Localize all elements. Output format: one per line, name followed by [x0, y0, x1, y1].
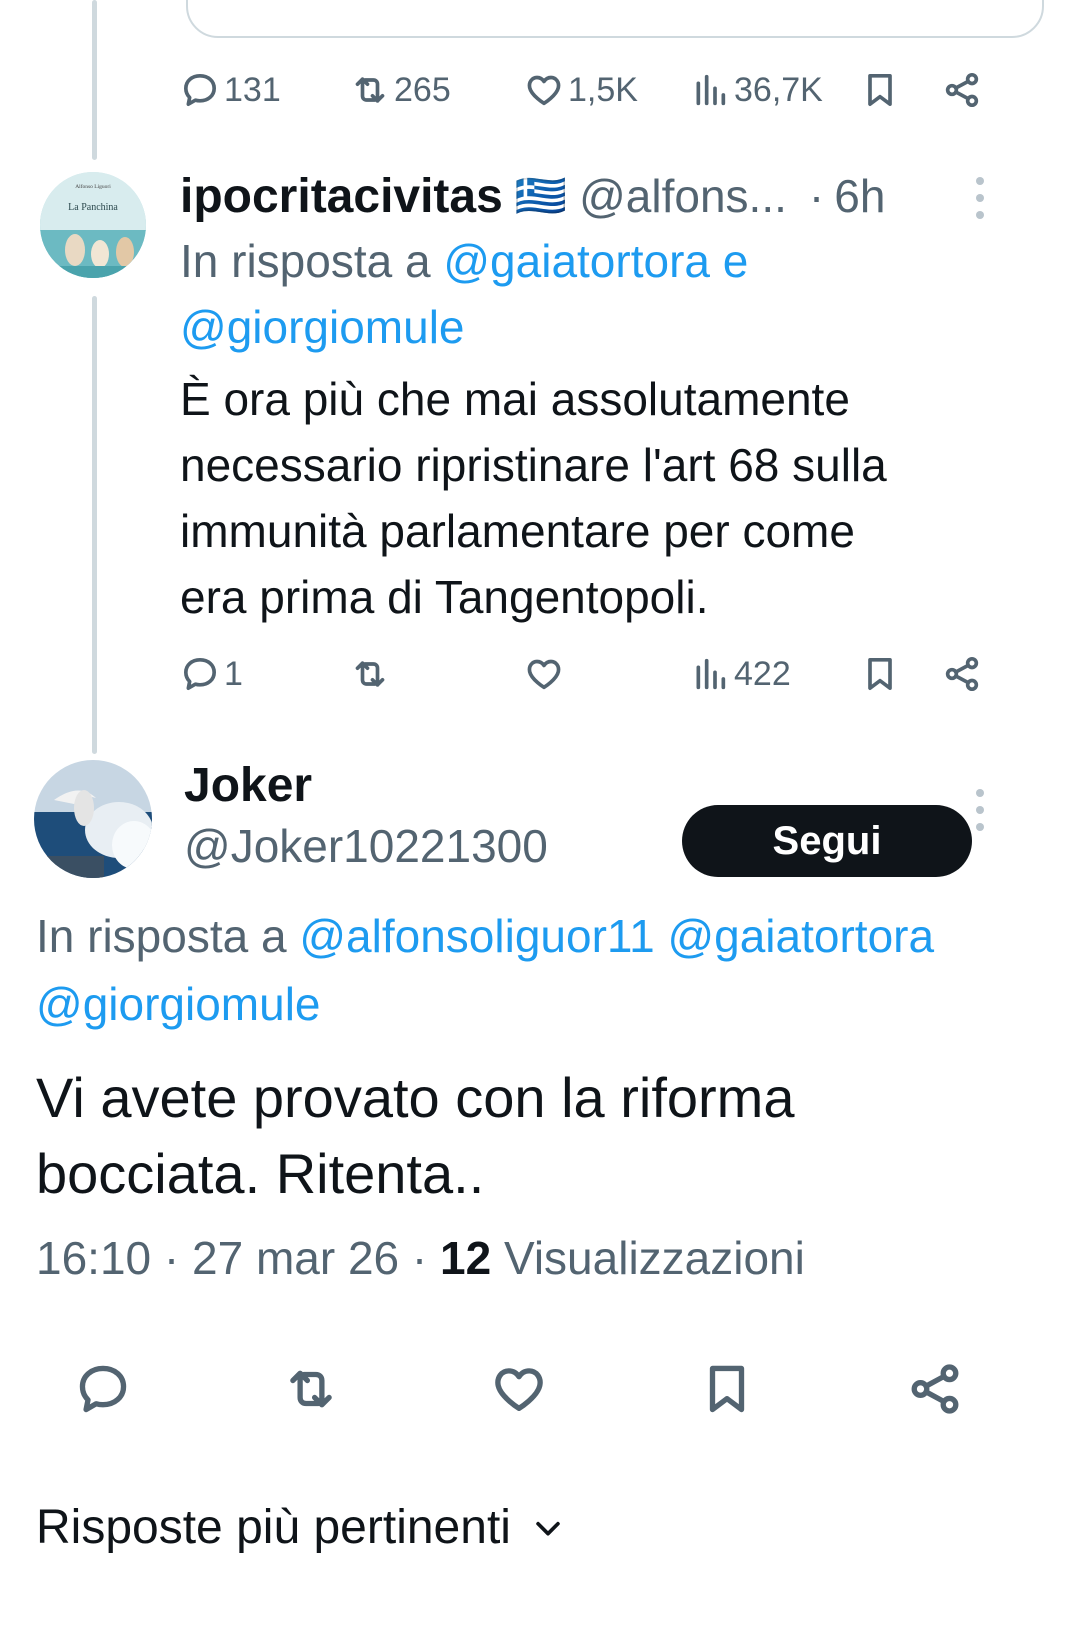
avatar-title-text: La Panchina [68, 202, 118, 213]
heart-icon [495, 1368, 543, 1411]
mention-gaiatortora[interactable]: @gaiatortora [443, 235, 710, 287]
more-options-icon[interactable] [974, 789, 986, 831]
retweet-action[interactable]: 265 [350, 70, 451, 110]
views-action[interactable]: 422 [690, 654, 791, 694]
reply-to-prefix: In risposta a [180, 235, 431, 287]
mention-giorgiomule[interactable]: @giorgiomule [36, 970, 321, 1038]
reply-text-line: era prima di Tangentopoli. [180, 571, 709, 623]
chevron-down-icon [536, 1521, 560, 1536]
book-cover-image: Alfonso Liguori La Panchina [40, 172, 146, 278]
like-action[interactable] [524, 654, 568, 694]
views-count: 36,7K [734, 70, 823, 109]
main-reply-prefix: In risposta a [36, 910, 287, 962]
replies-sort-dropdown[interactable]: Risposte più pertinenti [36, 1496, 565, 1560]
reply-icon [79, 1365, 127, 1413]
views-count: 12 [440, 1232, 492, 1284]
more-options-icon[interactable] [974, 177, 986, 219]
tweet-date[interactable]: 27 mar 26 [192, 1232, 399, 1284]
bookmark-action[interactable] [860, 654, 900, 694]
main-tweet-text: Vi avete provato con la riforma bocciata… [36, 1060, 1046, 1212]
reply-avatar[interactable]: Alfonso Liguori La Panchina [40, 172, 146, 278]
mention-giorgiomule[interactable]: @giorgiomule [180, 301, 465, 353]
retweet-icon [355, 661, 385, 687]
bookmark-button[interactable] [698, 1360, 756, 1423]
follow-button[interactable]: Segui [682, 805, 972, 877]
mention-alfonsoliguor11[interactable]: @alfonsoliguor11 [299, 910, 654, 962]
main-handle[interactable]: @Joker10221300 [184, 816, 548, 876]
reply-text-line: immunità parlamentare per come [180, 505, 855, 557]
reply-count: 1 [224, 654, 243, 693]
share-icon [911, 1364, 959, 1414]
reply-handle[interactable]: @alfons... [579, 169, 787, 223]
main-tweet-avatar[interactable] [34, 760, 152, 878]
reply-count: 131 [224, 70, 281, 109]
share-action[interactable] [942, 654, 982, 694]
heart-icon [527, 659, 561, 690]
thread-line-top [92, 0, 97, 160]
seagull-photo [34, 760, 152, 878]
reply-time[interactable]: 6h [834, 169, 885, 223]
retweet-button[interactable] [282, 1360, 340, 1423]
meta-separator: · [411, 1232, 428, 1284]
like-count: 1,5K [568, 70, 638, 109]
analytics-icon [696, 658, 726, 690]
main-display-name[interactable]: Joker [184, 756, 312, 816]
retweet-icon [355, 77, 385, 103]
reply-text-line: È ora più che mai assolutamente [180, 373, 850, 425]
mention-gaiatortora[interactable]: @gaiatortora [667, 910, 934, 962]
share-icon [945, 657, 979, 691]
heart-icon [527, 75, 561, 106]
reply-text: È ora più che mai assolutamente necessar… [180, 366, 1040, 630]
reply-display-name[interactable]: ipocritacivitas [180, 169, 503, 224]
reply-action[interactable]: 1 [180, 654, 243, 694]
bookmark-icon [709, 1365, 745, 1413]
bookmark-action[interactable] [860, 70, 900, 110]
main-reply-to: In risposta a @alfonsoliguor11 @gaiatort… [36, 902, 1080, 970]
reply-icon [184, 658, 217, 690]
replies-sort-label: Risposte più pertinenti [36, 1501, 511, 1554]
like-action[interactable]: 1,5K [524, 70, 638, 110]
reply-text-line: necessario ripristinare l'art 68 sulla [180, 439, 887, 491]
main-tweet-text-line: bocciata. Ritenta.. [36, 1142, 485, 1205]
share-button[interactable] [906, 1360, 964, 1423]
reply-icon [184, 74, 217, 106]
quoted-tweet-card[interactable] [186, 0, 1044, 38]
meta-separator: · [163, 1232, 180, 1284]
like-button[interactable] [490, 1360, 548, 1423]
reply-button[interactable] [74, 1360, 132, 1423]
greece-flag-icon: 🇬🇷 [514, 171, 568, 219]
reply-header: ipocritacivitas 🇬🇷 @alfons... · 6h [180, 166, 885, 226]
share-action[interactable] [942, 70, 982, 110]
analytics-icon [696, 74, 726, 106]
tweet-time[interactable]: 16:10 [36, 1232, 151, 1284]
retweet-count: 265 [394, 70, 451, 109]
views-count: 422 [734, 654, 791, 693]
views-action[interactable]: 36,7K [690, 70, 823, 110]
reply-separator: · [808, 170, 825, 222]
share-icon [945, 73, 979, 107]
tweet-meta: 16:10 · 27 mar 26 · 12 Visualizzazioni [36, 1226, 805, 1290]
views-label: Visualizzazioni [503, 1232, 805, 1284]
bookmark-icon [868, 74, 892, 106]
retweet-icon [290, 1370, 332, 1408]
mention-conjunction: e [722, 235, 749, 287]
bookmark-icon [868, 658, 892, 690]
main-tweet-text-line: Vi avete provato con la riforma [36, 1066, 795, 1129]
reply-action[interactable]: 131 [180, 70, 281, 110]
retweet-action[interactable] [350, 654, 394, 694]
thread-line-reply [92, 296, 97, 754]
reply-to-line: In risposta a @gaiatortora e @giorgiomul… [180, 228, 1040, 360]
avatar-author-text: Alfonso Liguori [75, 183, 111, 190]
